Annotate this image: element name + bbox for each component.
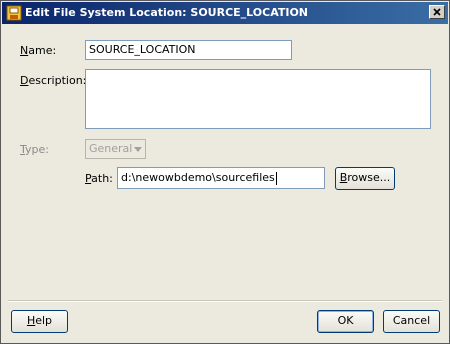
ok-button[interactable]: OK — [317, 310, 374, 333]
window-title: Edit File System Location: SOURCE_LOCATI… — [25, 6, 309, 19]
dialog-window: Edit File System Location: SOURCE_LOCATI… — [0, 0, 450, 344]
browse-button[interactable]: Browse... — [335, 167, 395, 190]
path-field-value: d:\newowbdemo\sourcefiles — [121, 171, 275, 184]
path-field[interactable]: d:\newowbdemo\sourcefiles — [117, 167, 325, 189]
name-label: Name: — [20, 44, 57, 57]
help-button[interactable]: Help — [11, 310, 68, 333]
path-label: Path: — [85, 172, 113, 185]
description-field[interactable] — [85, 69, 431, 129]
close-button[interactable] — [429, 5, 445, 19]
name-field[interactable]: SOURCE_LOCATION — [85, 40, 292, 60]
folder-app-icon — [6, 5, 22, 21]
cancel-button[interactable]: Cancel — [383, 310, 440, 333]
chevron-down-icon — [134, 147, 142, 152]
type-dropdown[interactable]: General — [85, 139, 146, 159]
type-dropdown-value: General — [89, 142, 133, 155]
title-bar[interactable]: Edit File System Location: SOURCE_LOCATI… — [2, 2, 448, 24]
footer-separator — [8, 300, 442, 302]
close-icon — [433, 8, 441, 16]
description-label: Description: — [20, 74, 87, 87]
type-label: Type: — [20, 143, 49, 156]
text-caret — [275, 171, 277, 185]
